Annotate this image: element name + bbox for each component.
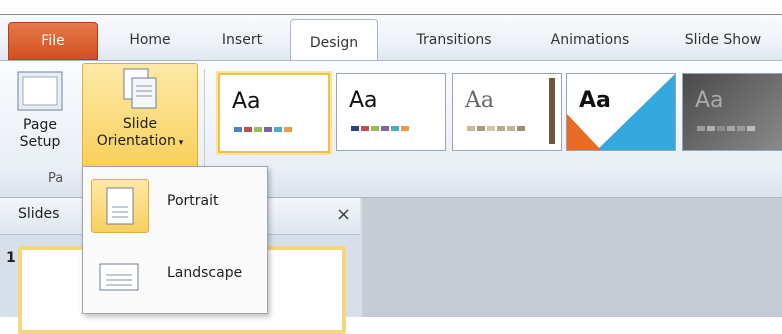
theme-thumbnail-3[interactable]: Aa	[452, 73, 562, 151]
theme-sample-text: Aa	[465, 88, 495, 113]
theme-color-swatches	[351, 126, 409, 131]
landscape-label: Landscape	[167, 265, 243, 281]
tab-home[interactable]: Home	[110, 22, 190, 58]
portrait-label: Portrait	[167, 193, 219, 209]
slide-orientation-icon	[123, 68, 157, 109]
tab-design[interactable]: Design	[290, 19, 378, 62]
theme-thumbnail-5[interactable]: Aa	[682, 73, 782, 151]
theme-color-swatches	[467, 126, 525, 131]
slide-editing-area[interactable]	[362, 198, 782, 317]
theme-sample-text: Aa	[579, 88, 611, 113]
theme-thumbnail-2[interactable]: Aa	[336, 73, 446, 151]
ribbon-tab-strip: File Home Insert Design Transitions Anim…	[0, 0, 782, 62]
page-setup-button[interactable]: Page Setup	[10, 67, 70, 165]
portrait-icon	[106, 187, 134, 225]
landscape-icon	[99, 263, 139, 291]
page-setup-group-label: Pa	[48, 171, 64, 186]
page-setup-label-line1: Page	[23, 117, 57, 133]
tab-insert[interactable]: Insert	[202, 22, 282, 58]
menu-item-portrait[interactable]: Portrait	[83, 171, 267, 233]
theme-thumbnail-4[interactable]: Aa	[566, 73, 676, 151]
tab-animations[interactable]: Animations	[530, 22, 650, 58]
theme-color-swatches	[234, 127, 292, 132]
tab-transitions[interactable]: Transitions	[394, 22, 514, 58]
theme-color-swatches	[697, 126, 755, 131]
slide-orientation-button[interactable]: Slide Orientation ▾	[82, 63, 198, 171]
slide-number: 1	[6, 250, 16, 266]
tab-slide-show[interactable]: Slide Show	[664, 22, 782, 58]
tab-file[interactable]: File	[8, 22, 98, 60]
portrait-icon-wrap	[91, 179, 149, 233]
landscape-icon-wrap	[91, 251, 147, 303]
theme-sample-text: Aa	[695, 88, 724, 113]
theme-accent-bar	[549, 78, 555, 144]
slide-orientation-label-line1: Slide	[122, 116, 158, 132]
slide-orientation-label-line2: Orientation ▾	[96, 133, 184, 149]
chevron-down-icon: ▾	[175, 138, 184, 148]
theme-thumbnail-office[interactable]: Aa	[218, 73, 330, 153]
page-setup-label-line2: Setup	[19, 134, 61, 150]
slides-tab[interactable]: Slides	[18, 206, 59, 222]
page-setup-icon	[17, 71, 63, 111]
close-icon[interactable]: ×	[336, 204, 351, 225]
orientation-dropdown-menu: Portrait Landscape	[82, 166, 268, 314]
menu-item-landscape[interactable]: Landscape	[83, 243, 267, 305]
theme-sample-text: Aa	[349, 88, 378, 113]
theme-sample-text: Aa	[232, 89, 261, 114]
